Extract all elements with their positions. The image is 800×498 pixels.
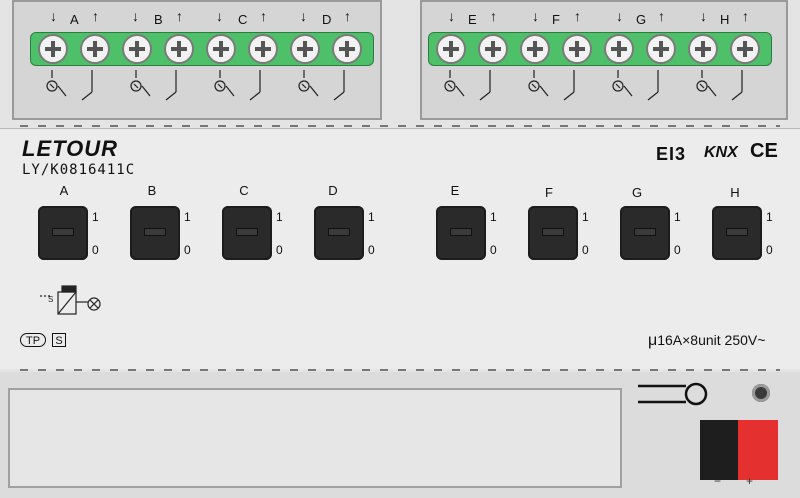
screw-terminal-a-in[interactable]: [38, 34, 68, 64]
knx-bus-terminal[interactable]: [700, 420, 778, 480]
on-label-f: 1: [582, 210, 589, 224]
on-label-c: 1: [276, 210, 283, 224]
off-label-b: 0: [184, 243, 191, 257]
channel-label-d: D: [328, 183, 338, 198]
arrow-out-b: ↑: [176, 8, 183, 24]
on-label-h: 1: [766, 210, 773, 224]
channel-label-f: F: [545, 185, 553, 200]
brand-logo: LETOUR: [22, 136, 119, 161]
screw-terminal-e-in[interactable]: [436, 34, 466, 64]
off-label-e: 0: [490, 243, 497, 257]
arrow-in-c: ↓: [216, 8, 223, 24]
knx-logo: KNX: [704, 144, 738, 161]
on-label-b: 1: [184, 210, 191, 224]
off-label-f: 0: [582, 243, 589, 257]
toggle-switch-g[interactable]: [620, 206, 670, 260]
label-window: [8, 388, 622, 488]
screw-terminal-g-out[interactable]: [646, 34, 676, 64]
channel-label-g: G: [631, 185, 643, 200]
arrow-in-h: ↓: [700, 8, 707, 24]
svg-text:S: S: [48, 295, 53, 304]
toggle-switch-h[interactable]: [712, 206, 762, 260]
toggle-switch-f[interactable]: [528, 206, 578, 260]
toggle-switch-c[interactable]: [222, 206, 272, 260]
programming-led: [752, 384, 770, 402]
channel-label-a: A: [59, 183, 69, 198]
bus-terminal-negative[interactable]: [700, 420, 738, 480]
off-label-a: 0: [92, 243, 99, 257]
bus-neg-label: −: [714, 474, 722, 488]
off-label-c: 0: [276, 243, 283, 257]
channel-label-h: H: [730, 185, 740, 200]
bay-letter-g: G: [636, 12, 647, 27]
vent-dashes-top: [20, 125, 780, 127]
screw-terminal-c-in[interactable]: [206, 34, 236, 64]
arrow-in-b: ↓: [132, 8, 139, 24]
arrow-in-f: ↓: [532, 8, 539, 24]
screw-terminal-h-out[interactable]: [730, 34, 760, 64]
channel-label-e: E: [450, 183, 460, 198]
bay-letter-d: D: [322, 12, 332, 27]
bay-letter-h: H: [720, 12, 730, 27]
model-number: LY/K0816411C: [22, 162, 136, 178]
bay-letter-e: E: [468, 12, 477, 27]
screw-terminal-f-in[interactable]: [520, 34, 550, 64]
ce-mark: CE: [750, 140, 778, 162]
bay-letter-c: C: [238, 12, 248, 27]
arrow-out-f: ↑: [574, 8, 581, 24]
rating-prefix: μ: [648, 332, 658, 349]
bay-letter-b: B: [154, 12, 163, 27]
knx-switch-actuator: ↓ A ↑ ↓ B ↑ ↓ C ↑ ↓ D ↑ ↓ E ↑ ↓ F ↑ ↓ G …: [0, 0, 800, 498]
on-label-e: 1: [490, 210, 497, 224]
arrow-out-c: ↑: [260, 8, 267, 24]
off-label-h: 0: [766, 243, 773, 257]
arrow-out-h: ↑: [742, 8, 749, 24]
arrow-in-e: ↓: [448, 8, 455, 24]
screw-terminal-f-out[interactable]: [562, 34, 592, 64]
on-label-g: 1: [674, 210, 681, 224]
screw-terminal-g-in[interactable]: [604, 34, 634, 64]
off-label-d: 0: [368, 243, 375, 257]
arrow-in-a: ↓: [50, 8, 57, 24]
screw-terminal-b-out[interactable]: [164, 34, 194, 64]
arrow-out-e: ↑: [490, 8, 497, 24]
screw-terminal-c-out[interactable]: [248, 34, 278, 64]
on-label-a: 1: [92, 210, 99, 224]
rating-text: μ16A×8unit 250V~: [648, 332, 765, 350]
s-badge: S: [52, 333, 66, 347]
toggle-switch-a[interactable]: [38, 206, 88, 260]
bus-terminal-positive[interactable]: [738, 420, 778, 480]
arrow-out-d: ↑: [344, 8, 351, 24]
on-label-d: 1: [368, 210, 375, 224]
bay-letter-a: A: [70, 12, 79, 27]
arrow-out-a: ↑: [92, 8, 99, 24]
toggle-switch-e[interactable]: [436, 206, 486, 260]
arrow-in-d: ↓: [300, 8, 307, 24]
toggle-switch-d[interactable]: [314, 206, 364, 260]
eac-mark: EI3: [656, 144, 687, 164]
relay-contact-symbols-left: [46, 70, 345, 101]
screw-terminal-d-out[interactable]: [332, 34, 362, 64]
screw-terminal-h-in[interactable]: [688, 34, 718, 64]
arrow-in-g: ↓: [616, 8, 623, 24]
screw-terminal-b-in[interactable]: [122, 34, 152, 64]
bay-letter-f: F: [552, 12, 560, 27]
off-label-g: 0: [674, 243, 681, 257]
arrow-out-g: ↑: [658, 8, 665, 24]
relay-wiring-symbol: S: [40, 285, 101, 315]
channel-label-b: B: [147, 183, 157, 198]
toggle-switch-b[interactable]: [130, 206, 180, 260]
tp-badge: TP: [20, 333, 46, 347]
screw-terminal-a-out[interactable]: [80, 34, 110, 64]
rating-value: 16A×8unit 250V~: [657, 332, 766, 348]
relay-contact-symbols-right: [444, 70, 743, 101]
programming-button[interactable]: [636, 380, 716, 410]
screw-terminal-d-in[interactable]: [290, 34, 320, 64]
bus-pos-label: +: [746, 474, 754, 488]
screw-terminal-e-out[interactable]: [478, 34, 508, 64]
channel-label-c: C: [239, 183, 249, 198]
